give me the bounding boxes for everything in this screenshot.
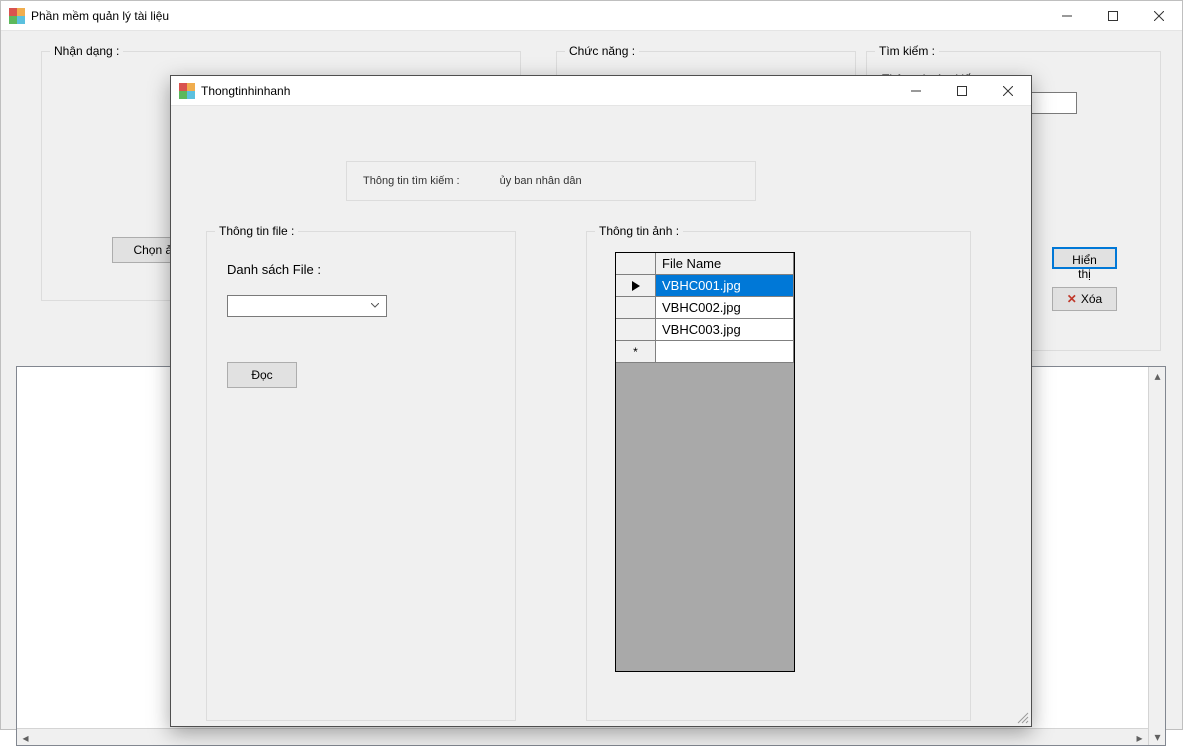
dialog-titlebar: Thongtinhinhanh <box>171 76 1031 106</box>
main-title: Phần mềm quản lý tài liệu <box>31 9 169 23</box>
grid-header-filename[interactable]: File Name <box>656 253 794 275</box>
grid-cell[interactable]: VBHC003.jpg <box>656 319 794 341</box>
image-datagrid[interactable]: File Name VBHC001.jpg VBHC002.jpg VBHC00… <box>615 252 795 672</box>
xoa-button[interactable]: ✕ Xóa <box>1052 287 1117 311</box>
current-row-icon <box>632 281 640 291</box>
legend-fileinfo: Thông tin file : <box>215 224 298 238</box>
scroll-down-icon[interactable]: ▾ <box>1149 728 1166 745</box>
grid-row[interactable]: VBHC002.jpg <box>616 297 794 319</box>
resize-grip[interactable] <box>1015 710 1029 724</box>
grid-rowheader[interactable] <box>616 297 656 319</box>
scroll-left-icon[interactable]: ◂ <box>17 729 34 746</box>
grid-header-row: File Name <box>616 253 794 275</box>
groupbox-fileinfo: Thông tin file : Danh sách File : Đọc <box>206 231 516 721</box>
groupbox-imginfo: Thông tin ảnh : File Name VBHC001.jpg VB… <box>586 231 971 721</box>
doc-button[interactable]: Đọc <box>227 362 297 388</box>
grid-rowheader[interactable] <box>616 275 656 297</box>
xoa-label: Xóa <box>1081 292 1102 306</box>
scroll-up-icon[interactable]: ▴ <box>1149 367 1166 384</box>
grid-rowheader[interactable] <box>616 319 656 341</box>
app-icon <box>9 8 25 24</box>
dialog-app-icon <box>179 83 195 99</box>
grid-row[interactable]: VBHC003.jpg <box>616 319 794 341</box>
grid-row[interactable]: VBHC001.jpg <box>616 275 794 297</box>
scroll-right-icon[interactable]: ▸ <box>1131 729 1148 746</box>
grid-cell[interactable]: VBHC001.jpg <box>656 275 794 297</box>
grid-cell-empty[interactable] <box>656 341 794 363</box>
dialog-search-label: Thông tin tìm kiếm : <box>363 175 460 187</box>
search-info-panel: Thông tin tìm kiếm : ủy ban nhân dân <box>346 161 756 201</box>
main-close-button[interactable] <box>1136 1 1182 31</box>
dialog-maximize-button[interactable] <box>939 76 985 106</box>
dialog-search-value: ủy ban nhân dân <box>500 175 582 187</box>
delete-icon: ✕ <box>1067 292 1077 306</box>
dialog-body: Thông tin tìm kiếm : ủy ban nhân dân Thô… <box>171 106 1031 726</box>
vertical-scrollbar[interactable]: ▴ ▾ <box>1148 367 1165 745</box>
legend-nhandang: Nhận dạng : <box>50 44 123 58</box>
main-maximize-button[interactable] <box>1090 1 1136 31</box>
grid-new-row[interactable]: * <box>616 341 794 363</box>
grid-rowheader-new[interactable]: * <box>616 341 656 363</box>
main-titlebar: Phần mềm quản lý tài liệu <box>1 1 1182 31</box>
dialog-minimize-button[interactable] <box>893 76 939 106</box>
legend-timkiem: Tìm kiếm : <box>875 44 939 58</box>
chevron-down-icon <box>367 298 382 314</box>
legend-chucnang: Chức năng : <box>565 44 639 58</box>
label-danhsach-file: Danh sách File : <box>227 262 321 277</box>
horizontal-scrollbar[interactable]: ◂ ▸ <box>17 728 1148 745</box>
dialog-close-button[interactable] <box>985 76 1031 106</box>
main-minimize-button[interactable] <box>1044 1 1090 31</box>
hien-thi-button[interactable]: Hiển thị <box>1052 247 1117 269</box>
dialog-thongtinhinhanh: Thongtinhinhanh Thông tin tìm kiếm : ủy … <box>170 75 1032 727</box>
grid-cell[interactable]: VBHC002.jpg <box>656 297 794 319</box>
file-combobox[interactable] <box>227 295 387 317</box>
grid-corner[interactable] <box>616 253 656 275</box>
legend-imginfo: Thông tin ảnh : <box>595 224 683 238</box>
dialog-title: Thongtinhinhanh <box>201 84 290 98</box>
